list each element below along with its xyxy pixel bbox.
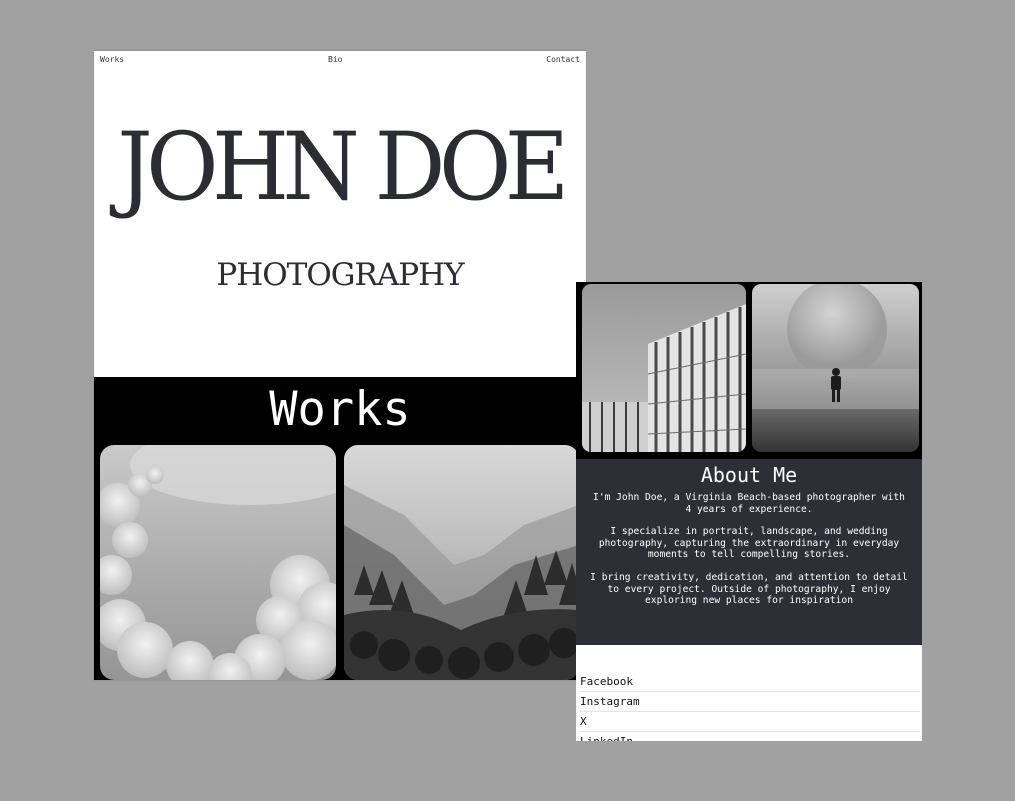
about-page: About Me I'm John Doe, a Virginia Beach-…	[576, 282, 922, 741]
instagram-link[interactable]: Instagram	[580, 692, 920, 712]
works-section: Works	[94, 377, 586, 680]
about-section: About Me I'm John Doe, a Virginia Beach-…	[576, 459, 922, 645]
building-facade-photo[interactable]	[582, 284, 746, 452]
misty-forest-photo[interactable]	[344, 445, 579, 680]
about-paragraph-3: I bring creativity, dedication, and atte…	[590, 572, 908, 606]
about-paragraph-1: I'm John Doe, a Virginia Beach-based pho…	[593, 492, 905, 515]
linkedin-link[interactable]: LinkedIn	[580, 732, 920, 741]
facebook-link[interactable]: Facebook	[580, 672, 920, 692]
nav-bio-link[interactable]: Bio	[328, 55, 342, 64]
hero-title: JOHN DOE	[117, 113, 569, 222]
about-paragraph-2: I specialize in portrait, landscape, and…	[598, 526, 900, 560]
about-heading: About Me	[700, 463, 798, 487]
hero-subtitle: PHOTOGRAPHY	[216, 257, 464, 293]
astronaut-in-fog-photo[interactable]	[752, 284, 919, 452]
clouds-photo[interactable]	[100, 445, 336, 680]
social-links-list: Facebook Instagram X LinkedIn	[580, 672, 920, 741]
x-link[interactable]: X	[580, 712, 920, 732]
portfolio-home-page: Works Bio Contact JOHN DOE PHOTOGRAPHY W…	[94, 51, 586, 680]
photo-strip	[576, 282, 922, 459]
nav-works-link[interactable]: Works	[100, 55, 124, 64]
works-heading: Works	[269, 382, 411, 437]
nav-contact-link[interactable]: Contact	[546, 55, 580, 64]
